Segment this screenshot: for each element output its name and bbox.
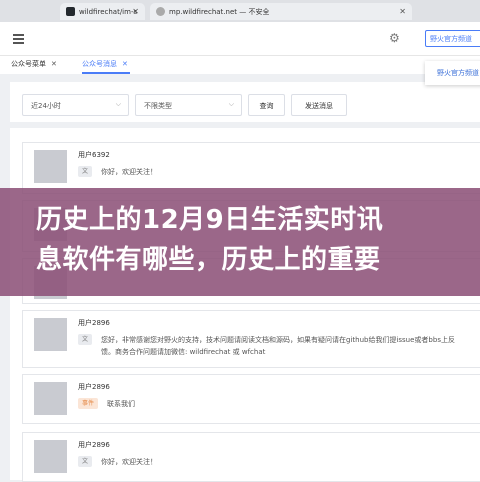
list-item[interactable]: 用户2896 事件 联系我们	[22, 374, 480, 424]
close-icon[interactable]: ✕	[122, 60, 128, 68]
browser-tab-bar: wildfirechat/im-s ✕ mp.wildfirechat.net …	[0, 0, 480, 22]
message-text: 联系我们	[107, 400, 135, 408]
tab-label: 公众号菜单	[11, 60, 46, 68]
message-text: 你好，欢迎关注！	[101, 168, 157, 176]
browser-tab-label: wildfirechat/im-s	[79, 7, 138, 16]
list-item[interactable]: 用户6392 文 你好，欢迎关注！	[22, 142, 480, 194]
time-range-select[interactable]: 近24小时 ⌵	[22, 94, 129, 116]
page-tabs: 公众号菜单 ✕ 公众号消息 ✕	[0, 56, 480, 74]
avatar	[34, 440, 67, 473]
title-banner: 历史上的12月9日生活实时讯 息软件有哪些，历史上的重要	[0, 188, 480, 296]
message-text: 你好，欢迎关注！	[101, 458, 157, 466]
close-icon[interactable]: ✕	[399, 7, 406, 16]
banner-title: 历史上的12月9日生活实时讯 息软件有哪些，历史上的重要	[36, 205, 384, 275]
user-name: 用户2896	[78, 441, 110, 449]
list-item[interactable]: 用户2896 文 您好，非常感谢您对野火的支持，技术问题请阅读文档和源码，如果有…	[22, 310, 480, 368]
browser-tab-mp[interactable]: mp.wildfirechat.net — 不安全 ✕	[150, 3, 412, 20]
active-tab-indicator	[82, 72, 130, 74]
message-text: 您好，非常感谢您对野火的支持，技术问题请阅读文档和源码，如果有疑问请在githu…	[101, 336, 455, 356]
time-range-value: 近24小时	[31, 102, 61, 110]
browser-tab-github[interactable]: wildfirechat/im-s ✕	[60, 3, 145, 20]
user-name: 用户2896	[78, 383, 110, 391]
message-type-badge: 文	[78, 334, 92, 345]
message-type-badge: 文	[78, 166, 92, 177]
channel-dropdown-option[interactable]: 野火官方频道	[425, 61, 480, 85]
tab-messages[interactable]: 公众号消息 ✕	[82, 59, 128, 69]
message-list: 用户6392 文 你好，欢迎关注！ 用户2896 文 您好，非常感谢您对野火的支…	[10, 128, 480, 482]
filter-bar: 近24小时 ⌵ 不限类型 ⌵ 查询 发送消息	[10, 82, 480, 122]
github-icon	[66, 7, 75, 16]
user-name: 用户6392	[78, 151, 110, 159]
chevron-down-icon: ⌵	[115, 100, 121, 108]
menu-icon[interactable]	[13, 34, 24, 46]
globe-icon	[156, 7, 165, 16]
avatar	[34, 150, 67, 183]
list-item[interactable]: 用户2896 文 你好，欢迎关注！	[22, 432, 480, 482]
search-button[interactable]: 查询	[248, 94, 285, 116]
message-type-badge: 文	[78, 456, 92, 467]
gear-icon[interactable]: ⚙	[389, 31, 400, 45]
tab-menu[interactable]: 公众号菜单 ✕	[11, 59, 57, 69]
type-select[interactable]: 不限类型 ⌵	[135, 94, 242, 116]
close-icon[interactable]: ✕	[51, 60, 57, 68]
browser-tab-label: mp.wildfirechat.net — 不安全	[169, 7, 270, 16]
message-type-badge: 事件	[78, 398, 98, 409]
type-value: 不限类型	[144, 102, 172, 110]
user-name: 用户2896	[78, 319, 110, 327]
send-message-button[interactable]: 发送消息	[291, 94, 347, 116]
channel-select[interactable]: 野火官方频道	[425, 30, 480, 47]
app-header: ⚙ 野火官方频道	[0, 22, 480, 56]
tab-label: 公众号消息	[82, 60, 117, 68]
avatar	[34, 318, 67, 351]
chevron-down-icon: ⌵	[228, 100, 234, 108]
close-icon[interactable]: ✕	[132, 7, 139, 16]
avatar	[34, 382, 67, 415]
